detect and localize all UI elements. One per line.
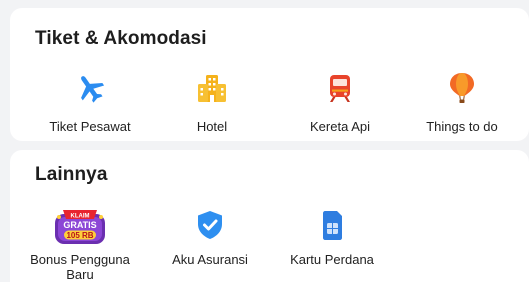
menu-item-aku-asuransi[interactable]: Aku Asuransi — [160, 208, 260, 267]
section-title-other: Lainnya — [35, 164, 108, 185]
menu-item-bonus-pengguna-baru[interactable]: KLAIM GRATIS 105 RB Bonus Pengguna Baru — [28, 204, 132, 282]
menu-item-label: Bonus Pengguna Baru — [30, 252, 130, 282]
section-title-travel: Tiket & Akomodasi — [35, 28, 207, 49]
insurance-shield-icon — [198, 211, 222, 239]
other-section-card: Lainnya KLAIM GRATIS 105 RB Bonus Penggu… — [10, 150, 529, 282]
bonus-badge-line2: GRATIS — [63, 220, 96, 230]
menu-item-label: Kartu Perdana — [290, 252, 374, 267]
sim-card-icon — [323, 211, 342, 240]
bonus-badge-line3: 105 RB — [66, 231, 93, 240]
menu-item-label: Tiket Pesawat — [49, 119, 131, 134]
menu-item-label: Hotel — [196, 119, 228, 134]
travel-section-card: Tiket & Akomodasi Tiket Pesawat Hotel Ke… — [10, 8, 529, 141]
hotel-building-icon — [198, 75, 226, 102]
menu-item-tiket-pesawat[interactable]: Tiket Pesawat — [32, 71, 148, 134]
menu-item-things-to-do[interactable]: Things to do — [410, 71, 514, 134]
train-icon — [330, 75, 350, 102]
airplane-icon — [81, 76, 105, 103]
menu-item-kereta-api[interactable]: Kereta Api — [290, 71, 390, 134]
menu-item-label: Kereta Api — [310, 119, 370, 134]
menu-item-label: Aku Asuransi — [172, 252, 248, 267]
new-user-bonus-icon: KLAIM GRATIS 105 RB — [55, 210, 105, 244]
menu-item-label: Things to do — [426, 119, 498, 134]
hot-air-balloon-icon — [450, 73, 474, 103]
bonus-badge-line1: KLAIM — [71, 214, 90, 220]
menu-item-hotel[interactable]: Hotel — [162, 71, 262, 134]
menu-item-kartu-perdana[interactable]: Kartu Perdana — [280, 208, 384, 267]
